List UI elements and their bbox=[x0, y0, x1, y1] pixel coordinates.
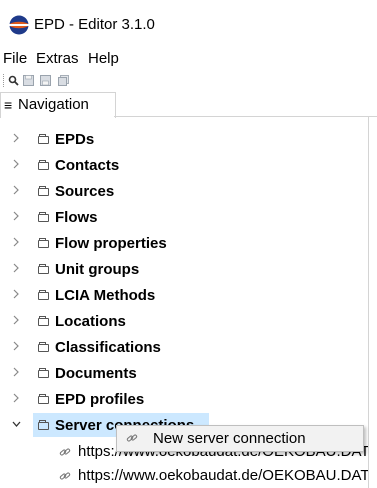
chevron-right-icon[interactable] bbox=[11, 261, 21, 275]
context-menu: New server connection bbox=[116, 425, 364, 452]
chevron-down-icon[interactable] bbox=[11, 417, 21, 431]
folder-icon bbox=[38, 290, 49, 300]
server-connection-item[interactable]: https://www.oekobaudat.de/OEKOBAU.DAT bbox=[0, 464, 368, 488]
tree-item-label: Flow properties bbox=[55, 235, 167, 252]
tree-item-flows[interactable]: Flows bbox=[0, 205, 368, 231]
context-menu-label: New server connection bbox=[153, 430, 306, 447]
tab-divider bbox=[114, 116, 377, 117]
tree-item-locations[interactable]: Locations bbox=[0, 309, 368, 335]
tree-item-label: Classifications bbox=[55, 339, 161, 356]
tree-item-contacts[interactable]: Contacts bbox=[0, 153, 368, 179]
tree-item-sources[interactable]: Sources bbox=[0, 179, 368, 205]
toolbar-grip[interactable] bbox=[3, 74, 5, 87]
link-icon bbox=[59, 448, 71, 456]
tab-navigation[interactable]: ≡ Navigation bbox=[0, 92, 116, 118]
chevron-right-icon[interactable] bbox=[11, 365, 21, 379]
title-bar: EPD - Editor 3.1.0 bbox=[0, 0, 377, 46]
folder-icon bbox=[38, 238, 49, 248]
folder-icon bbox=[38, 368, 49, 378]
link-icon bbox=[59, 472, 71, 480]
tree-item-label: Contacts bbox=[55, 157, 120, 174]
chevron-right-icon[interactable] bbox=[11, 209, 21, 223]
folder-icon bbox=[38, 420, 49, 430]
folder-icon bbox=[38, 394, 49, 404]
menu-file[interactable]: File bbox=[3, 50, 27, 68]
folder-icon bbox=[38, 160, 49, 170]
save-all-icon[interactable] bbox=[58, 75, 69, 86]
app-disc-icon bbox=[9, 15, 29, 35]
navigation-list-icon: ≡ bbox=[4, 97, 13, 113]
tree-item-epd-profiles[interactable]: EPD profiles bbox=[0, 387, 368, 413]
folder-icon bbox=[38, 342, 49, 352]
chevron-right-icon[interactable] bbox=[11, 287, 21, 301]
menu-extras[interactable]: Extras bbox=[36, 50, 79, 68]
navigation-tab-label: Navigation bbox=[18, 96, 89, 113]
chevron-right-icon[interactable] bbox=[11, 183, 21, 197]
menu-help[interactable]: Help bbox=[88, 50, 119, 68]
tree-item-label: LCIA Methods bbox=[55, 287, 156, 304]
folder-icon bbox=[38, 186, 49, 196]
chevron-right-icon[interactable] bbox=[11, 391, 21, 405]
chevron-right-icon[interactable] bbox=[11, 313, 21, 327]
folder-icon bbox=[38, 316, 49, 326]
menu-bar: File Extras Help bbox=[0, 48, 377, 70]
tree-item-label: Locations bbox=[55, 313, 126, 330]
tree-item-epds[interactable]: EPDs bbox=[0, 127, 368, 153]
save-as-icon[interactable] bbox=[40, 75, 51, 86]
tree-item-label: EPD profiles bbox=[55, 391, 145, 408]
tree-item-label: EPDs bbox=[55, 131, 95, 148]
chevron-right-icon[interactable] bbox=[11, 339, 21, 353]
chevron-right-icon[interactable] bbox=[11, 131, 21, 145]
tree-item-classifications[interactable]: Classifications bbox=[0, 335, 368, 361]
tree-item-label: Documents bbox=[55, 365, 137, 382]
toolbar bbox=[0, 72, 377, 90]
folder-icon bbox=[38, 212, 49, 222]
link-icon bbox=[126, 434, 138, 442]
tree-item-lcia-methods[interactable]: LCIA Methods bbox=[0, 283, 368, 309]
folder-icon bbox=[38, 134, 49, 144]
folder-icon bbox=[38, 264, 49, 274]
tree-item-label: Unit groups bbox=[55, 261, 140, 278]
server-url: https://www.oekobaudat.de/OEKOBAU.DAT bbox=[78, 467, 368, 484]
chevron-right-icon[interactable] bbox=[11, 235, 21, 249]
tree-item-label: Flows bbox=[55, 209, 98, 226]
tree-item-documents[interactable]: Documents bbox=[0, 361, 368, 387]
window-title: EPD - Editor 3.1.0 bbox=[34, 16, 155, 33]
tree-item-unit-groups[interactable]: Unit groups bbox=[0, 257, 368, 283]
chevron-right-icon[interactable] bbox=[11, 157, 21, 171]
tree-item-flow-properties[interactable]: Flow properties bbox=[0, 231, 368, 257]
save-icon[interactable] bbox=[23, 75, 34, 86]
panel-border bbox=[368, 117, 369, 488]
search-icon[interactable] bbox=[8, 75, 19, 86]
tree-item-label: Sources bbox=[55, 183, 115, 200]
